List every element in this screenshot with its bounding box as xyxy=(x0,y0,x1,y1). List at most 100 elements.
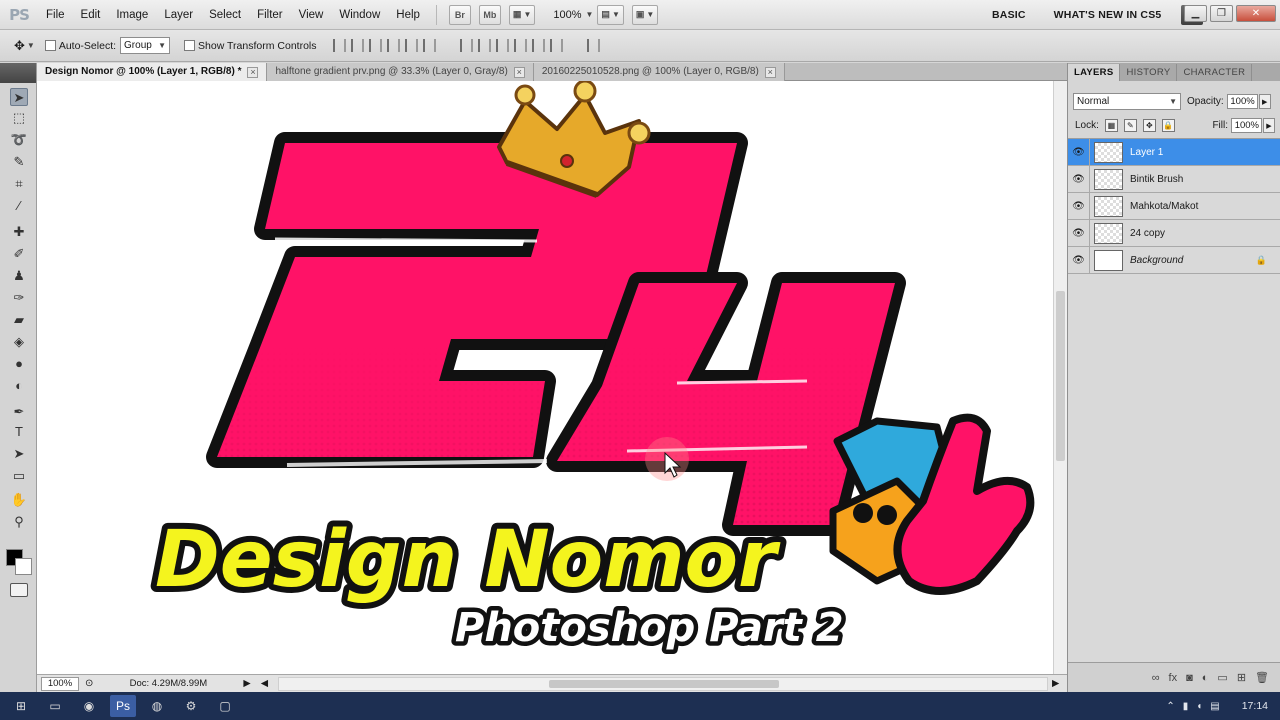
layer-style-icon[interactable]: fx xyxy=(1169,672,1178,684)
brush-tool-icon[interactable]: ✐ xyxy=(10,245,28,263)
add-mask-icon[interactable]: ◙ xyxy=(1186,672,1193,684)
close-window-button[interactable]: ✕ xyxy=(1236,5,1276,22)
history-brush-tool-icon[interactable]: ✑ xyxy=(10,289,28,307)
layer-row[interactable]: 👁 Layer 1 xyxy=(1068,138,1280,166)
layer-row[interactable]: 👁 Mahkota/Makot xyxy=(1068,192,1280,220)
layer-row[interactable]: 👁 Bintik Brush xyxy=(1068,165,1280,193)
menu-edit[interactable]: Edit xyxy=(73,0,109,30)
eraser-tool-icon[interactable]: ▰ xyxy=(10,311,28,329)
auto-select-target-select[interactable]: Group ▼ xyxy=(120,37,171,54)
new-layer-icon[interactable]: ⊞ xyxy=(1237,671,1246,684)
auto-align-layers-icon[interactable] xyxy=(586,39,600,52)
vertical-scrollbar[interactable] xyxy=(1053,81,1067,674)
app-icon[interactable]: ▢ xyxy=(212,695,238,717)
arrange-documents-button[interactable]: ▤ ▼ xyxy=(597,4,624,25)
visibility-eye-icon[interactable]: 👁 xyxy=(1068,246,1090,274)
workspace-whats-new[interactable]: WHAT'S NEW IN CS5 xyxy=(1040,9,1176,21)
notification-icon[interactable]: ▤ xyxy=(1210,701,1219,712)
app-icon[interactable]: ◍ xyxy=(144,695,170,717)
volume-icon[interactable]: ◖ xyxy=(1196,701,1202,712)
distribute-top-icon[interactable] xyxy=(459,39,473,52)
layer-row[interactable]: 👁 Background 🔒 xyxy=(1068,246,1280,274)
auto-select-checkbox[interactable] xyxy=(44,40,56,51)
clock[interactable]: 17:14 xyxy=(1242,700,1268,712)
quick-selection-tool-icon[interactable]: ✎ xyxy=(10,153,28,171)
marquee-tool-icon[interactable]: ⬚ xyxy=(10,109,28,127)
photoshop-taskbar-icon[interactable]: Ps xyxy=(110,695,136,717)
pen-tool-icon[interactable]: ✒ xyxy=(10,403,28,421)
visibility-eye-icon[interactable]: 👁 xyxy=(1068,165,1090,193)
align-hcenter-icon[interactable] xyxy=(404,39,418,52)
rectangle-tool-icon[interactable]: ▭ xyxy=(10,467,28,485)
lock-position-icon[interactable]: ✥ xyxy=(1142,119,1156,132)
chevron-down-icon[interactable]: ▼ xyxy=(586,10,594,19)
workspace-basic[interactable]: BASIC xyxy=(978,9,1040,21)
opacity-slider-arrow-icon[interactable]: ▶ xyxy=(1258,94,1271,109)
dodge-tool-icon[interactable]: ◐ xyxy=(10,377,28,395)
move-tool-icon[interactable]: ➤ xyxy=(10,88,28,106)
minimize-button[interactable]: ▁ xyxy=(1184,5,1207,22)
lasso-tool-icon[interactable]: ➰ xyxy=(10,131,28,149)
menu-layer[interactable]: Layer xyxy=(156,0,201,30)
zoom-level-select[interactable]: 100% xyxy=(553,9,581,21)
crop-tool-icon[interactable]: ⌗ xyxy=(10,175,28,193)
network-icon[interactable]: ▮ xyxy=(1183,701,1189,712)
menu-select[interactable]: Select xyxy=(201,0,249,30)
eyedropper-tool-icon[interactable]: ⁄ xyxy=(10,197,28,215)
tools-panel-header[interactable] xyxy=(0,63,36,83)
healing-brush-tool-icon[interactable]: ✚ xyxy=(10,223,28,241)
menu-help[interactable]: Help xyxy=(388,0,428,30)
distribute-hcenter-icon[interactable] xyxy=(531,39,545,52)
align-right-icon[interactable] xyxy=(422,39,436,52)
vertical-scroll-thumb[interactable] xyxy=(1056,291,1065,461)
tab-layers[interactable]: LAYERS xyxy=(1068,64,1121,81)
layer-row[interactable]: 👁 24 copy xyxy=(1068,219,1280,247)
horizontal-scrollbar[interactable] xyxy=(278,676,1049,691)
lock-all-icon[interactable]: 🔒 xyxy=(1161,119,1175,132)
close-icon[interactable]: × xyxy=(513,66,525,78)
type-tool-icon[interactable]: T xyxy=(10,423,28,441)
paint-bucket-tool-icon[interactable]: ◈ xyxy=(10,333,28,351)
tab-history[interactable]: HISTORY xyxy=(1120,64,1178,81)
opacity-input[interactable]: 100% xyxy=(1226,94,1258,109)
fill-input[interactable]: 100% xyxy=(1231,118,1262,133)
tab-character[interactable]: CHARACTER xyxy=(1177,64,1253,81)
link-layers-icon[interactable]: ∞ xyxy=(1152,672,1160,684)
path-selection-tool-icon[interactable]: ➤ xyxy=(10,445,28,463)
menu-filter[interactable]: Filter xyxy=(249,0,291,30)
align-left-icon[interactable] xyxy=(386,39,400,52)
bridge-button[interactable]: Br xyxy=(448,4,471,25)
quick-mask-icon[interactable] xyxy=(10,583,28,597)
menu-file[interactable]: File xyxy=(38,0,73,30)
view-extras-button[interactable]: ▦ ▼ xyxy=(508,4,536,25)
close-icon[interactable]: × xyxy=(247,66,259,78)
trash-icon[interactable]: 🗑 xyxy=(1255,671,1269,684)
mini-bridge-button[interactable]: Mb xyxy=(478,4,501,25)
menu-view[interactable]: View xyxy=(291,0,332,30)
menu-image[interactable]: Image xyxy=(108,0,156,30)
fill-slider-arrow-icon[interactable]: ▶ xyxy=(1263,118,1275,133)
status-info-icon[interactable]: ⊙ xyxy=(85,678,93,689)
horizontal-scroll-thumb[interactable] xyxy=(549,679,780,688)
visibility-eye-icon[interactable]: 👁 xyxy=(1068,219,1090,247)
app-icon[interactable]: ⚙ xyxy=(178,695,204,717)
scroll-right-icon[interactable]: ▶ xyxy=(1052,678,1059,689)
file-explorer-icon[interactable]: ▭ xyxy=(42,695,68,717)
distribute-left-icon[interactable] xyxy=(513,39,527,52)
align-vcenter-icon[interactable] xyxy=(350,39,364,52)
lock-image-pixels-icon[interactable]: ✎ xyxy=(1123,119,1137,132)
blur-tool-icon[interactable]: ● xyxy=(10,355,28,373)
adjustment-layer-icon[interactable]: ◐ xyxy=(1202,672,1209,684)
visibility-eye-icon[interactable]: 👁 xyxy=(1068,138,1090,166)
distribute-bottom-icon[interactable] xyxy=(495,39,509,52)
tool-preset-picker[interactable]: ✥ ▼ xyxy=(14,38,35,54)
windows-start-icon[interactable]: ⊞ xyxy=(8,695,34,717)
zoom-tool-icon[interactable]: ⚲ xyxy=(10,513,28,531)
close-icon[interactable]: × xyxy=(764,66,776,78)
distribute-vcenter-icon[interactable] xyxy=(477,39,491,52)
clone-stamp-tool-icon[interactable]: ♟ xyxy=(10,267,28,285)
tab-20160225010528[interactable]: 20160225010528.png @ 100% (Layer 0, RGB/… xyxy=(533,63,785,81)
background-color-swatch[interactable] xyxy=(15,558,32,575)
new-group-icon[interactable]: ▭ xyxy=(1217,671,1227,684)
hand-tool-icon[interactable]: ✋ xyxy=(10,491,28,509)
